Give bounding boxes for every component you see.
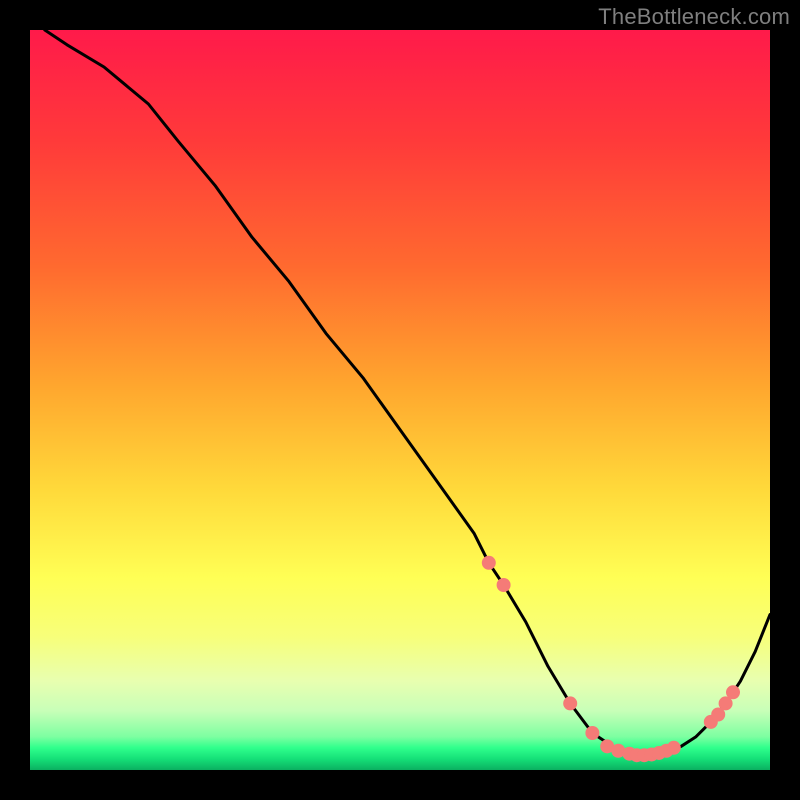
- marker-dot: [585, 726, 599, 740]
- chart-svg: [30, 30, 770, 770]
- chart-root: TheBottleneck.com: [0, 0, 800, 800]
- marker-dot: [726, 685, 740, 699]
- marker-dot: [497, 578, 511, 592]
- watermark-text: TheBottleneck.com: [598, 4, 790, 30]
- gradient-background: [30, 30, 770, 770]
- marker-dot: [563, 696, 577, 710]
- marker-dot: [482, 556, 496, 570]
- marker-dot: [667, 741, 681, 755]
- plot-area: [30, 30, 770, 770]
